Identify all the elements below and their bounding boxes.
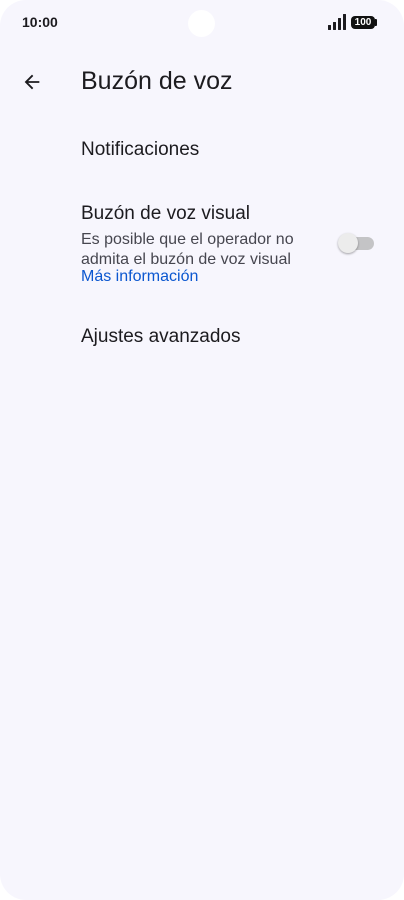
screen: 10:00 100 Buzón de voz Notificaciones Bu… [0, 0, 404, 900]
status-time: 10:00 [22, 14, 58, 30]
toggle-thumb [338, 233, 358, 253]
page-title: Buzón de voz [81, 67, 233, 95]
back-button[interactable] [14, 64, 50, 100]
signal-icon [328, 14, 346, 30]
arrow-back-icon [24, 74, 40, 90]
visual-voicemail-title[interactable]: Buzón de voz visual [81, 203, 250, 225]
battery-tip [375, 19, 377, 26]
notifications-setting[interactable]: Notificaciones [81, 139, 199, 161]
advanced-settings[interactable]: Ajustes avanzados [81, 326, 241, 348]
more-info-link[interactable]: Más información [81, 268, 198, 286]
camera-cutout [188, 10, 215, 37]
battery-icon: 100 [351, 16, 375, 29]
visual-voicemail-summary: Es posible que el operador no admita el … [81, 231, 294, 268]
visual-voicemail-toggle[interactable] [338, 232, 376, 254]
